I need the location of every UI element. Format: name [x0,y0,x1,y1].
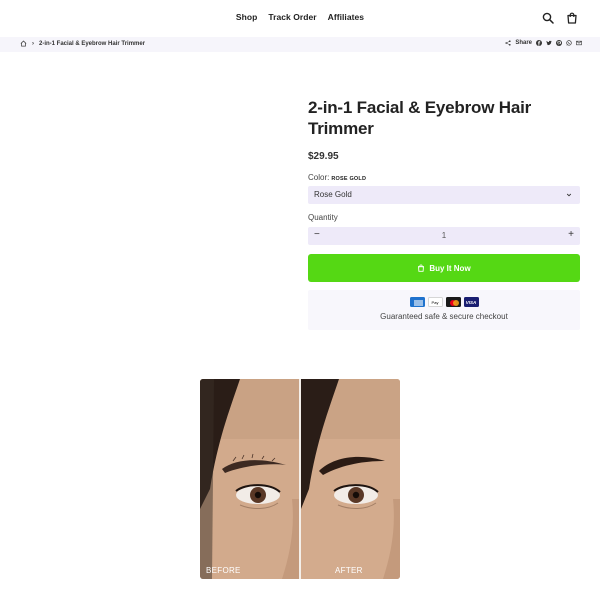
payment-icons: Pay VISA [308,297,580,307]
before-label: BEFORE [206,566,241,575]
buy-it-now-label: Buy It Now [429,263,471,273]
product-title: 2-in-1 Facial & Eyebrow Hair Trimmer [308,98,532,138]
after-photo: AFTER [301,379,400,579]
amex-icon [409,297,425,307]
chevron-down-icon [566,193,572,197]
quantity-label: Quantity [308,213,338,222]
secure-checkout-text: Guaranteed safe & secure checkout [380,312,508,321]
home-icon[interactable] [20,40,27,47]
color-label: Color: ROSE GOLD [308,173,366,182]
color-label-text: Color: [308,173,330,182]
shopping-bag-icon [418,264,425,272]
share-label: Share [515,40,532,46]
breadcrumb-separator: › [32,40,34,47]
mastercard-icon [445,297,461,307]
twitter-icon[interactable] [546,40,552,46]
whatsapp-icon[interactable] [566,40,572,46]
before-after-image: BEFORE AFTER [200,379,400,579]
before-photo: BEFORE [200,379,299,579]
apple-pay-icon: Pay [427,297,443,307]
color-value: ROSE GOLD [331,176,367,182]
share-icon [505,40,511,46]
before-face-illustration [200,379,299,579]
pinterest-icon[interactable] [556,40,562,46]
secure-checkout-box: Pay VISA Guaranteed safe & secure checko… [308,290,580,330]
facebook-icon[interactable] [536,40,542,46]
nav-affiliates[interactable]: Affiliates [328,12,364,22]
site-header: Shop Track Order Affiliates [0,0,600,37]
quantity-stepper: − 1 + [308,227,580,245]
quantity-increase-button[interactable]: + [568,229,574,240]
color-select-value: Rose Gold [314,190,352,199]
email-icon[interactable] [576,40,582,46]
breadcrumb-current: 2-in-1 Facial & Eyebrow Hair Trimmer [39,40,146,47]
main-nav: Shop Track Order Affiliates [0,12,600,22]
nav-track-order[interactable]: Track Order [268,12,316,22]
color-select[interactable]: Rose Gold [308,186,580,204]
nav-shop[interactable]: Shop [236,12,257,22]
buy-it-now-button[interactable]: Buy It Now [308,254,580,282]
breadcrumb: › 2-in-1 Facial & Eyebrow Hair Trimmer [20,40,145,47]
visa-icon: VISA [463,297,479,307]
share-bar: Share [505,40,582,46]
product-price: $29.95 [308,151,339,162]
after-label: AFTER [335,566,363,575]
after-face-illustration [301,379,400,579]
search-icon[interactable] [542,12,554,24]
cart-icon[interactable] [566,12,578,24]
breadcrumb-bar: › 2-in-1 Facial & Eyebrow Hair Trimmer S… [0,37,600,52]
quantity-input[interactable]: 1 [308,231,580,240]
header-actions [542,12,578,24]
